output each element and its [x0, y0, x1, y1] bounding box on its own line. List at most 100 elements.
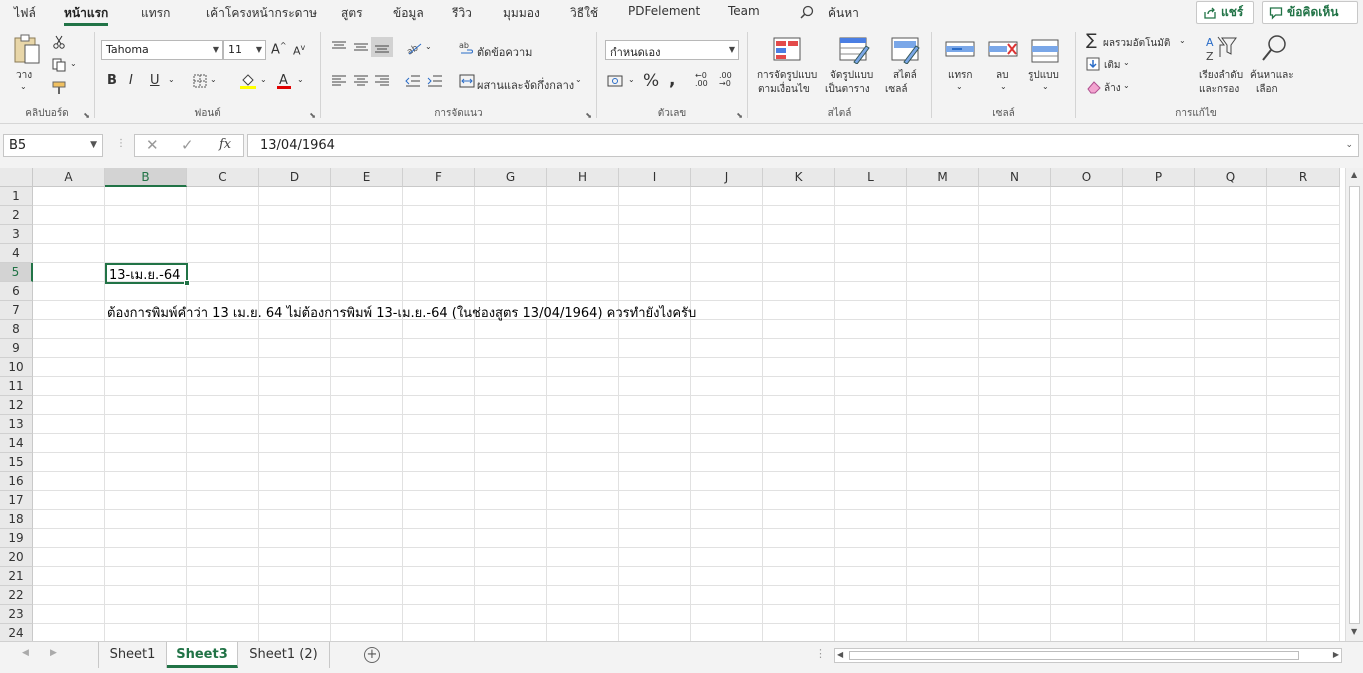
comments-button[interactable]: ข้อคิดเห็น [1262, 1, 1358, 24]
alignment-launcher-icon[interactable]: ⬊ [585, 111, 592, 120]
cell-styles-label-2[interactable]: เซลล์ [885, 82, 907, 97]
share-button[interactable]: แชร์ [1196, 1, 1254, 24]
tab-pdfelement[interactable]: PDFelement [628, 4, 700, 18]
font-color-icon[interactable]: A [276, 72, 292, 90]
row-header-22[interactable]: 22 [0, 586, 33, 605]
column-header-i[interactable]: I [619, 168, 691, 187]
decrease-decimal-icon[interactable]: .00 →0 [719, 72, 732, 88]
insert-dropdown-icon[interactable]: ⌄ [956, 82, 963, 91]
row-header-23[interactable]: 23 [0, 605, 33, 624]
italic-button[interactable]: I [129, 73, 133, 88]
cancel-icon[interactable]: ✕ [146, 136, 159, 154]
delete-cells-icon[interactable] [987, 36, 1019, 64]
next-sheet-icon[interactable]: ▶ [50, 648, 57, 658]
select-all-corner[interactable] [0, 168, 33, 187]
align-top-icon[interactable] [331, 40, 347, 54]
fill-label[interactable]: เติม [1104, 58, 1121, 73]
column-header-g[interactable]: G [475, 168, 547, 187]
add-sheet-icon[interactable]: + [364, 647, 380, 663]
format-as-table-label-2[interactable]: เป็นตาราง [825, 82, 870, 97]
column-header-e[interactable]: E [331, 168, 403, 187]
borders-dropdown-icon[interactable]: ⌄ [210, 75, 217, 84]
accounting-format-icon[interactable] [607, 74, 625, 88]
tab-team[interactable]: Team [728, 4, 760, 18]
row-header-6[interactable]: 6 [0, 282, 33, 301]
fill-color-icon[interactable] [239, 72, 257, 90]
clipboard-launcher-icon[interactable]: ⬊ [83, 111, 90, 120]
sheet-tab-sheet3[interactable]: Sheet3 [167, 642, 238, 668]
accounting-dropdown-icon[interactable]: ⌄ [628, 75, 635, 84]
format-as-table-icon[interactable] [838, 36, 870, 64]
vertical-scrollbar[interactable]: ▲ ▼ [1345, 168, 1363, 641]
increase-decimal-icon[interactable]: ←0.00 [695, 72, 708, 88]
decrease-font-icon[interactable]: Av [293, 43, 305, 58]
row-header-17[interactable]: 17 [0, 491, 33, 510]
number-format-select[interactable]: กำหนดเอง ▼ [605, 40, 739, 60]
row-header-14[interactable]: 14 [0, 434, 33, 453]
font-color-dropdown-icon[interactable]: ⌄ [297, 75, 304, 84]
column-header-f[interactable]: F [403, 168, 475, 187]
scroll-down-icon[interactable]: ▼ [1351, 627, 1357, 636]
delete-cells-label[interactable]: ลบ [996, 68, 1008, 83]
column-header-r[interactable]: R [1267, 168, 1340, 187]
column-header-o[interactable]: O [1051, 168, 1123, 187]
column-header-c[interactable]: C [187, 168, 259, 187]
column-header-m[interactable]: M [907, 168, 979, 187]
format-cells-label[interactable]: รูปแบบ [1028, 68, 1059, 83]
conditional-formatting-icon[interactable] [772, 36, 804, 64]
paste-dropdown-icon[interactable]: ⌄ [20, 82, 27, 91]
tab-insert[interactable]: แทรก [141, 4, 170, 23]
insert-cells-icon[interactable] [944, 36, 976, 64]
search-label[interactable]: ค้นหา [828, 4, 859, 23]
font-size-select[interactable]: 11 ▼ [223, 40, 266, 60]
find-select-label-2[interactable]: เลือก [1256, 82, 1278, 97]
paste-icon[interactable] [12, 34, 42, 66]
row-header-19[interactable]: 19 [0, 529, 33, 548]
underline-button[interactable]: U [150, 73, 160, 88]
conditional-formatting-label-2[interactable]: ตามเงื่อนไข [758, 82, 810, 97]
merge-center-label[interactable]: ผสานและจัดกึ่งกลาง [477, 76, 574, 94]
percent-style-icon[interactable]: % [643, 71, 659, 91]
enter-check-icon[interactable]: ✓ [181, 136, 194, 154]
row-header-9[interactable]: 9 [0, 339, 33, 358]
bold-button[interactable]: B [107, 73, 117, 88]
wrap-text-label[interactable]: ตัดข้อความ [477, 43, 532, 61]
row-header-3[interactable]: 3 [0, 225, 33, 244]
row-header-16[interactable]: 16 [0, 472, 33, 491]
column-header-p[interactable]: P [1123, 168, 1195, 187]
row-header-12[interactable]: 12 [0, 396, 33, 415]
column-header-n[interactable]: N [979, 168, 1051, 187]
insert-cells-label[interactable]: แทรก [948, 68, 972, 83]
merge-center-icon[interactable] [459, 74, 475, 88]
conditional-formatting-label-1[interactable]: การจัดรูปแบบ [757, 68, 817, 83]
autosum-label[interactable]: ผลรวมอัตโนมัติ [1103, 36, 1170, 51]
name-box[interactable]: B5 ▼ [3, 134, 103, 157]
search-icon[interactable] [800, 5, 814, 19]
tab-view[interactable]: มุมมอง [503, 4, 540, 23]
row-header-4[interactable]: 4 [0, 244, 33, 263]
row-header-11[interactable]: 11 [0, 377, 33, 396]
align-center-icon[interactable] [353, 74, 369, 88]
sheet-tab-sheet1-2[interactable]: Sheet1 (2) [238, 642, 330, 668]
cut-icon[interactable] [52, 35, 66, 49]
expand-formula-icon[interactable]: ⌄ [1345, 140, 1353, 150]
tab-review[interactable]: รีวิว [452, 4, 472, 23]
row-header-13[interactable]: 13 [0, 415, 33, 434]
tab-help[interactable]: วิธีใช้ [570, 4, 598, 23]
decrease-indent-icon[interactable] [405, 74, 421, 88]
orientation-icon[interactable]: ab [405, 40, 423, 56]
increase-font-icon[interactable]: A^ [271, 41, 287, 57]
align-bottom-icon[interactable] [374, 40, 390, 54]
column-header-l[interactable]: L [835, 168, 907, 187]
row-header-20[interactable]: 20 [0, 548, 33, 567]
tab-data[interactable]: ข้อมูล [393, 4, 424, 23]
delete-dropdown-icon[interactable]: ⌄ [1000, 82, 1007, 91]
fill-dropdown-icon[interactable]: ⌄ [1123, 58, 1130, 67]
row-header-1[interactable]: 1 [0, 187, 33, 206]
font-launcher-icon[interactable]: ⬊ [309, 111, 316, 120]
prev-sheet-icon[interactable]: ◀ [22, 648, 29, 658]
column-header-a[interactable]: A [33, 168, 105, 187]
row-header-10[interactable]: 10 [0, 358, 33, 377]
tab-home[interactable]: หน้าแรก [64, 4, 109, 26]
format-as-table-label-1[interactable]: จัดรูปแบบ [830, 68, 873, 83]
